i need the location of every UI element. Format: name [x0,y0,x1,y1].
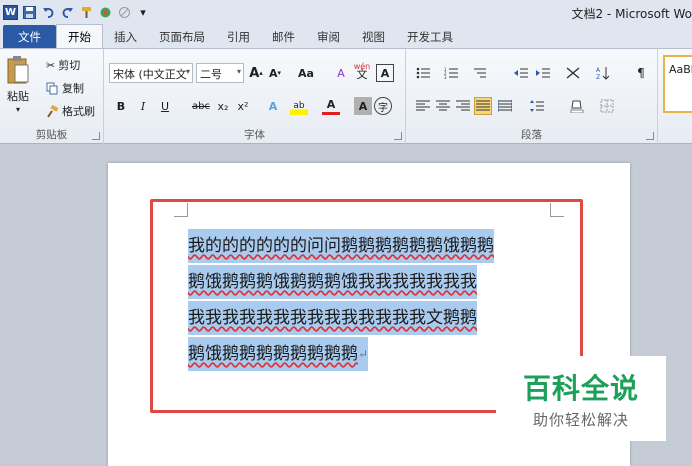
word-logo-icon[interactable]: W [3,4,18,20]
color-circle-icon[interactable] [97,4,113,20]
style-quick-gallery[interactable]: AaBbC [663,55,692,113]
phonetic-guide-button[interactable]: wén 文 [353,62,371,81]
undo-icon[interactable] [40,4,56,20]
paragraph-launcher-icon[interactable] [646,132,654,140]
increase-indent-icon[interactable] [534,64,552,82]
font-size-dropdown-icon: ▾ [236,67,241,76]
align-left-icon[interactable] [414,97,432,115]
grow-font-button[interactable]: A ▴ [247,64,265,82]
font-group: 宋体 (中文正文 ▾ 二号 ▾ A ▴ A ▾ Aa A wén 文 A B I U … [104,49,406,145]
numbering-icon[interactable]: 123 [442,64,460,82]
line-spacing-icon[interactable] [528,97,546,115]
cut-button[interactable]: ✂ 剪切 [46,57,80,73]
align-center-icon[interactable] [434,97,452,115]
paste-dropdown-icon[interactable]: ▾ [16,105,20,114]
tab-home[interactable]: 开始 [56,24,103,48]
enclose-characters-button[interactable]: 字 [374,97,392,115]
clipboard-launcher-icon[interactable] [92,132,100,140]
save-icon[interactable] [21,4,37,20]
strikethrough-button[interactable]: abc [190,97,212,115]
tab-references[interactable]: 引用 [216,26,261,48]
brush-icon [47,104,59,118]
superscript-button[interactable]: x² [234,97,252,115]
shading-bucket-icon[interactable] [568,97,586,115]
multilevel-list-icon[interactable] [470,64,488,82]
copy-icon [46,82,58,94]
distributed-icon[interactable] [496,97,514,115]
tab-developer[interactable]: 开发工具 [396,26,464,48]
bullets-icon[interactable] [414,64,432,82]
qat-customize-icon[interactable]: ▾ [135,4,151,20]
show-marks-icon[interactable]: ¶ [632,64,650,82]
watermark-title: 百科全说 [522,372,639,405]
tab-mailings[interactable]: 邮件 [261,26,306,48]
title-bar: W ▾ 文档2 - Microsoft Wo [0,0,692,24]
font-name-select[interactable]: 宋体 (中文正文 ▾ [109,63,193,83]
clipboard-group: 粘贴 ▾ ✂ 剪切 复制 格式刷 剪贴板 [0,49,104,145]
tab-insert[interactable]: 插入 [103,26,148,48]
ribbon-tabs: 文件 开始 插入 页面布局 引用 邮件 审阅 视图 开发工具 [0,24,692,48]
tab-page-layout[interactable]: 页面布局 [148,26,216,48]
paragraph-group-label: 段落 [521,129,542,141]
paragraph-group: 123 AZ ¶ 段落 [406,49,658,145]
change-case-button[interactable]: Aa [294,64,318,82]
underline-button[interactable]: U [156,97,174,115]
tab-view[interactable]: 视图 [351,26,396,48]
justify-icon[interactable] [474,97,492,115]
italic-button[interactable]: I [134,97,152,115]
sort-icon[interactable]: AZ [594,64,612,82]
watermark-subtitle: 助你轻松解决 [532,411,629,429]
tab-review[interactable]: 审阅 [306,26,351,48]
font-group-label: 字体 [244,129,265,141]
redo-icon[interactable] [59,4,75,20]
format-painter-qat-icon[interactable] [78,4,94,20]
decrease-indent-icon[interactable] [512,64,530,82]
font-color-button[interactable]: A [322,97,340,115]
clear-formatting-button[interactable]: A [332,64,350,82]
subscript-button[interactable]: x₂ [214,97,232,115]
paste-icon [7,56,29,84]
svg-text:3: 3 [444,75,447,79]
font-size-select[interactable]: 二号 ▾ [196,63,244,83]
tab-file[interactable]: 文件 [3,25,56,48]
svg-text:Z: Z [596,74,600,80]
align-right-icon[interactable] [454,97,472,115]
watermark: 百科全说 助你轻松解决 [496,356,666,441]
copy-button[interactable]: 复制 [46,80,84,96]
paste-button[interactable]: 粘贴 ▾ [6,55,30,114]
format-painter-button[interactable]: 格式刷 [46,103,95,119]
text-effects-button[interactable]: A [264,97,282,115]
clipboard-group-label: 剪贴板 [35,129,68,141]
font-launcher-icon[interactable] [394,132,402,140]
chinese-layout-icon[interactable] [564,64,582,82]
borders-icon[interactable] [598,97,616,115]
character-border-button[interactable]: A [376,64,394,82]
scissors-icon: ✂ [46,58,56,72]
quick-access-toolbar: W ▾ [0,4,151,20]
svg-text:A: A [596,67,601,74]
eraser-icon[interactable] [116,4,132,20]
window-title: 文档2 - Microsoft Wo [571,7,692,21]
shrink-font-button[interactable]: A ▾ [266,64,284,82]
character-shading-button[interactable]: A [354,97,372,115]
font-name-dropdown-icon: ▾ [185,67,190,76]
highlight-button[interactable]: ab [290,97,308,115]
ribbon: 粘贴 ▾ ✂ 剪切 复制 格式刷 剪贴板 宋体 (中文正文 ▾ 二号 ▾ A ▴ … [0,48,692,145]
bold-button[interactable]: B [112,97,130,115]
